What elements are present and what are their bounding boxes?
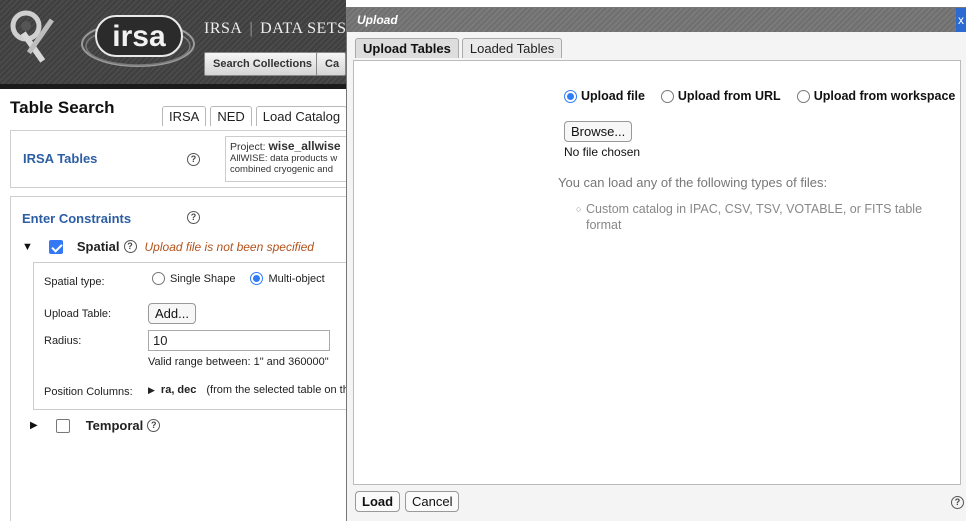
temporal-row: ▶ Temporal ? [30, 418, 161, 433]
position-columns-label: Position Columns: [44, 386, 133, 398]
close-icon[interactable]: x [956, 8, 966, 32]
upload-url-option[interactable]: Upload from URL [660, 89, 781, 103]
tools-icon [10, 10, 54, 63]
help-icon[interactable]: ? [123, 240, 137, 253]
irsa-logo: irsa [81, 15, 195, 67]
banner-title-irsa: IRSA [204, 20, 243, 37]
spatial-warning: Upload file is not been specified [144, 239, 314, 254]
dialog-title[interactable]: Upload [347, 8, 966, 32]
irsa-tables-card: IRSA Tables ? Project: wise_allwise AllW… [10, 130, 346, 188]
single-shape-radio[interactable] [152, 272, 165, 285]
file-types-hint: You can load any of the following types … [558, 175, 828, 190]
position-columns: ▶ ra, dec (from the selected table on th [148, 384, 346, 396]
upload-file-option[interactable]: Upload file [564, 89, 645, 103]
project-prefix: Project: [230, 141, 266, 153]
upload-file-radio[interactable] [564, 89, 577, 103]
search-collections-button[interactable]: Search Collections [204, 52, 322, 76]
tab-loaded-tables[interactable]: Loaded Tables [461, 38, 563, 58]
tab-upload-tables[interactable]: Upload Tables [355, 38, 459, 58]
upload-table-label: Upload Table: [44, 308, 112, 320]
help-icon[interactable]: ? [147, 419, 161, 432]
help-icon[interactable]: ? [951, 496, 964, 509]
load-button[interactable]: Load [355, 491, 401, 512]
irsa-logo-text: irsa [112, 20, 166, 53]
spatial-label: Spatial [76, 239, 120, 254]
position-columns-note: (from the selected table on th [206, 384, 346, 396]
upload-dialog: Upload x Upload Tables Loaded Tables Upl… [346, 7, 966, 521]
temporal-label: Temporal [85, 418, 144, 433]
tab-ned[interactable]: NED [210, 106, 252, 126]
enter-constraints-label: Enter Constraints [22, 211, 132, 226]
banner-title-datasets[interactable]: DATA SETS [260, 20, 346, 37]
upload-workspace-radio[interactable] [796, 89, 810, 103]
upload-source-options: Upload file Upload from URL Upload from … [564, 89, 955, 103]
project-info: Project: wise_allwise AllWISE: data prod… [225, 136, 346, 182]
project-desc-line2: combined cryogenic and [230, 164, 333, 175]
multi-object-label[interactable]: Multi-object [268, 273, 324, 285]
position-columns-value[interactable]: ra, dec [161, 384, 196, 396]
search-tabs: IRSA NED Load Catalog [162, 106, 346, 126]
page-title: Table Search [10, 98, 115, 117]
project-desc-line1: AllWISE: data products w [230, 153, 338, 164]
upload-url-label[interactable]: Upload from URL [678, 89, 781, 103]
tab-load-catalog[interactable]: Load Catalog [255, 106, 346, 126]
dialog-tabs: Upload Tables Loaded Tables [355, 38, 563, 58]
spatial-row: ▼ Spatial ? Upload file is not been spec… [22, 239, 314, 254]
upload-panel: Upload file Upload from URL Upload from … [353, 60, 961, 485]
multi-object-radio[interactable] [250, 272, 264, 285]
banner-title: IRSA | DATA SETS [204, 20, 346, 37]
cancel-button[interactable]: Cancel [405, 491, 460, 512]
file-type-item: ○ Custom catalog in IPAC, CSV, TSV, VOTA… [576, 201, 946, 233]
upload-file-label[interactable]: Upload file [581, 89, 645, 103]
spatial-type-label: Spatial type: [44, 276, 105, 288]
tab-irsa[interactable]: IRSA [162, 106, 207, 126]
upload-url-radio[interactable] [660, 89, 674, 103]
temporal-checkbox[interactable] [55, 418, 70, 433]
spatial-type-radios: Single Shape Multi-object [152, 272, 325, 285]
help-icon[interactable]: ? [187, 153, 200, 166]
single-shape-label[interactable]: Single Shape [170, 273, 235, 285]
file-type-text: Custom catalog in IPAC, CSV, TSV, VOTABL… [586, 202, 923, 232]
irsa-tables-label: IRSA Tables [23, 151, 98, 166]
spatial-checkbox[interactable] [48, 239, 63, 254]
help-icon[interactable]: ? [187, 211, 200, 224]
no-file-status: No file chosen [564, 145, 641, 159]
browse-button[interactable]: Browse... [564, 121, 633, 142]
add-upload-button[interactable]: Add... [148, 303, 196, 324]
irsa-banner: irsa IRSA | DATA SETS Search Collections C… [0, 0, 346, 84]
caret-right-icon[interactable]: ▶ [148, 385, 155, 396]
radius-hint: Valid range between: 1" and 360000" [148, 356, 329, 368]
radius-label: Radius: [44, 335, 82, 347]
upload-workspace-label[interactable]: Upload from workspace [814, 89, 956, 103]
upload-workspace-option[interactable]: Upload from workspace [796, 89, 956, 103]
banner-divider [0, 84, 346, 89]
caret-right-icon[interactable]: ▶ [30, 420, 38, 431]
radius-input[interactable]: 10 [148, 330, 330, 351]
catalogs-button[interactable]: Ca [316, 52, 346, 76]
project-name: wise_allwise [268, 139, 341, 153]
caret-down-icon[interactable]: ▼ [22, 241, 33, 253]
bullet-icon: ○ [576, 204, 582, 214]
irsa-page: irsa IRSA | DATA SETS Search Collections C… [0, 0, 346, 521]
